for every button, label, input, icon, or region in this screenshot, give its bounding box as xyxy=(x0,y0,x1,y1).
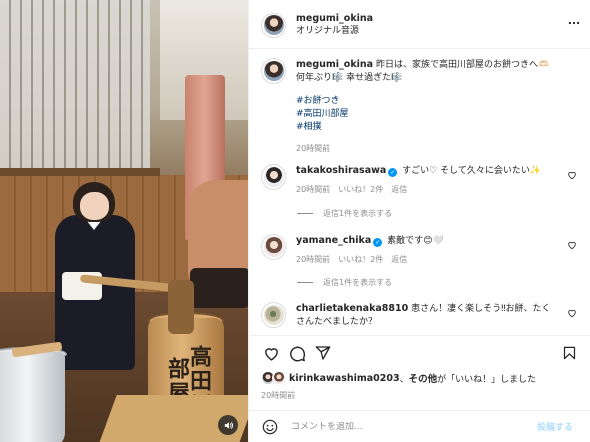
post-media-video[interactable]: 高田川部屋 xyxy=(0,0,248,442)
comment-like-button[interactable] xyxy=(567,170,577,183)
caption-line-2: 何年ぶり🎼 幸せ過ぎた🎼 xyxy=(296,73,403,83)
save-button[interactable] xyxy=(559,343,579,363)
heart-icon xyxy=(264,347,278,361)
hashtag-link[interactable]: #相撲 xyxy=(296,121,554,134)
comment-time[interactable]: 20時間前 xyxy=(296,184,330,195)
comment-item: charlietakenaka8810 恵さん！凄く楽しそう‼︎お餅、たくさんた… xyxy=(261,302,581,329)
comment-avatar-ring[interactable] xyxy=(261,164,286,190)
post-comment-button[interactable]: 投稿する xyxy=(537,420,573,433)
post-caption: megumi_okina 昨日は、家族で高田川部屋のお餅つきへ🫶🏻 何年ぶり🎼 … xyxy=(261,58,581,154)
divider xyxy=(249,48,590,49)
divider xyxy=(249,410,590,411)
comment-content: takakoshirasawa ✓ すごい♡ そして久々に会いたい✨ 20時間前 … xyxy=(296,164,554,195)
comment-composer: 投稿する xyxy=(261,418,579,436)
comment-bubble-icon xyxy=(289,346,305,361)
replies-line xyxy=(297,213,313,214)
heart-icon xyxy=(568,309,576,318)
like-button[interactable] xyxy=(261,343,281,363)
comment-text-block: yamane_chika ✓ 素敵です😊🤍 xyxy=(296,234,554,248)
mawashi-belt xyxy=(190,268,248,308)
view-replies-button[interactable]: 返信1件を表示する xyxy=(297,208,392,219)
post-action-bar xyxy=(261,343,579,363)
avatar xyxy=(263,15,284,35)
caption-content: megumi_okina 昨日は、家族で高田川部屋のお餅つきへ🫶🏻 何年ぶり🎼 … xyxy=(296,58,554,154)
view-replies-label: 返信1件を表示する xyxy=(323,278,393,287)
comment-username[interactable]: yamane_chika xyxy=(296,235,371,246)
comment-button[interactable] xyxy=(287,343,307,363)
comment-content: yamane_chika ✓ 素敵です😊🤍 20時間前 いいね！2件 返信 xyxy=(296,234,554,265)
post-header: megumi_okina オリジナル音源 xyxy=(261,12,581,38)
caption-text-block: megumi_okina 昨日は、家族で高田川部屋のお餅つきへ🫶🏻 何年ぶり🎼 … xyxy=(296,58,554,85)
comment-likes-count[interactable]: いいね！2件 xyxy=(338,254,383,265)
comment-text: すごい♡ そして久々に会いたい✨ xyxy=(402,166,542,176)
caption-avatar-ring[interactable] xyxy=(261,58,286,84)
author-username[interactable]: megumi_okina xyxy=(296,12,373,25)
mallet-head xyxy=(168,280,194,334)
verified-badge-icon: ✓ xyxy=(388,168,398,177)
comment-reply-button[interactable]: 返信 xyxy=(391,184,407,195)
water-bucket xyxy=(0,352,65,442)
paper-plane-icon xyxy=(315,346,331,360)
hashtag-link[interactable]: #お餅つき xyxy=(296,95,554,108)
sound-toggle-button[interactable] xyxy=(218,415,238,435)
avatar xyxy=(263,304,284,325)
heart-icon xyxy=(568,171,576,180)
comment-avatar-ring[interactable] xyxy=(261,234,286,260)
comment-text: 素敵です😊🤍 xyxy=(387,236,444,246)
replies-line xyxy=(297,282,313,283)
emoji-button[interactable] xyxy=(261,418,279,436)
background-window xyxy=(0,0,150,175)
caption-time[interactable]: 20時間前 xyxy=(296,143,330,154)
comment-text-block: takakoshirasawa ✓ すごい♡ そして久々に会いたい✨ xyxy=(296,164,554,178)
likes-others-link[interactable]: その他 xyxy=(409,371,438,385)
more-horizontal-icon xyxy=(568,21,580,25)
verified-badge-icon: ✓ xyxy=(373,238,383,247)
comment-reply-button[interactable]: 返信 xyxy=(391,254,407,265)
comment-text-block: charlietakenaka8810 恵さん！凄く楽しそう‼︎お餅、たくさんた… xyxy=(296,302,554,329)
comment-meta: 20時間前 いいね！2件 返信 xyxy=(296,254,554,265)
post-side-panel: megumi_okina オリジナル音源 megumi_okina 昨日は、家族… xyxy=(248,0,590,442)
comment-like-button[interactable] xyxy=(567,308,577,321)
likes-summary: kirinkawashima0203 、 その他 が「いいね！」しました xyxy=(261,371,536,385)
comment-item: takakoshirasawa ✓ すごい♡ そして久々に会いたい✨ 20時間前 … xyxy=(261,164,581,195)
shelf xyxy=(0,168,160,176)
likes-joiner: 、 xyxy=(399,374,409,385)
likes-suffix: が「いいね！」しました xyxy=(437,374,537,385)
comment-input[interactable] xyxy=(291,422,511,432)
comment-username[interactable]: takakoshirasawa xyxy=(296,165,386,176)
speaker-icon xyxy=(224,421,233,429)
hashtag-list: #お餅つき #高田川部屋 #相撲 xyxy=(296,95,554,134)
liker-avatars[interactable] xyxy=(261,371,287,385)
avatar xyxy=(263,236,284,257)
header-names: megumi_okina オリジナル音源 xyxy=(296,12,373,38)
comment-time[interactable]: 20時間前 xyxy=(296,254,330,265)
caption-text: 昨日は、家族で高田川部屋のお餅つきへ🫶🏻 xyxy=(375,60,550,70)
comment-like-button[interactable] xyxy=(567,240,577,253)
comment-item: yamane_chika ✓ 素敵です😊🤍 20時間前 いいね！2件 返信 xyxy=(261,234,581,265)
avatar xyxy=(263,166,284,187)
liker-username[interactable]: kirinkawashima0203 xyxy=(289,373,400,384)
bookmark-icon xyxy=(563,346,575,360)
post-timestamp[interactable]: 20時間前 xyxy=(261,390,295,401)
view-replies-button[interactable]: 返信1件を表示する xyxy=(297,277,392,288)
author-avatar-ring[interactable] xyxy=(261,12,286,38)
divider xyxy=(249,335,590,336)
share-button[interactable] xyxy=(313,343,333,363)
comment-avatar-ring[interactable] xyxy=(261,302,286,328)
caption-username[interactable]: megumi_okina xyxy=(296,59,373,70)
caption-meta: 20時間前 xyxy=(296,143,554,154)
comment-meta: 20時間前 いいね！2件 返信 xyxy=(296,184,554,195)
comment-content: charlietakenaka8810 恵さん！凄く楽しそう‼︎お餅、たくさんた… xyxy=(296,302,554,329)
hashtag-link[interactable]: #高田川部屋 xyxy=(296,108,554,121)
heart-icon xyxy=(568,241,576,250)
comment-likes-count[interactable]: いいね！2件 xyxy=(338,184,383,195)
avatar xyxy=(272,371,286,385)
view-replies-label: 返信1件を表示する xyxy=(323,209,393,218)
emoji-smile-icon xyxy=(262,419,278,435)
comment-username[interactable]: charlietakenaka8810 xyxy=(296,303,408,314)
more-options-button[interactable] xyxy=(567,16,581,33)
audio-label[interactable]: オリジナル音源 xyxy=(296,25,373,38)
avatar xyxy=(263,60,284,81)
woman-face xyxy=(80,192,109,220)
